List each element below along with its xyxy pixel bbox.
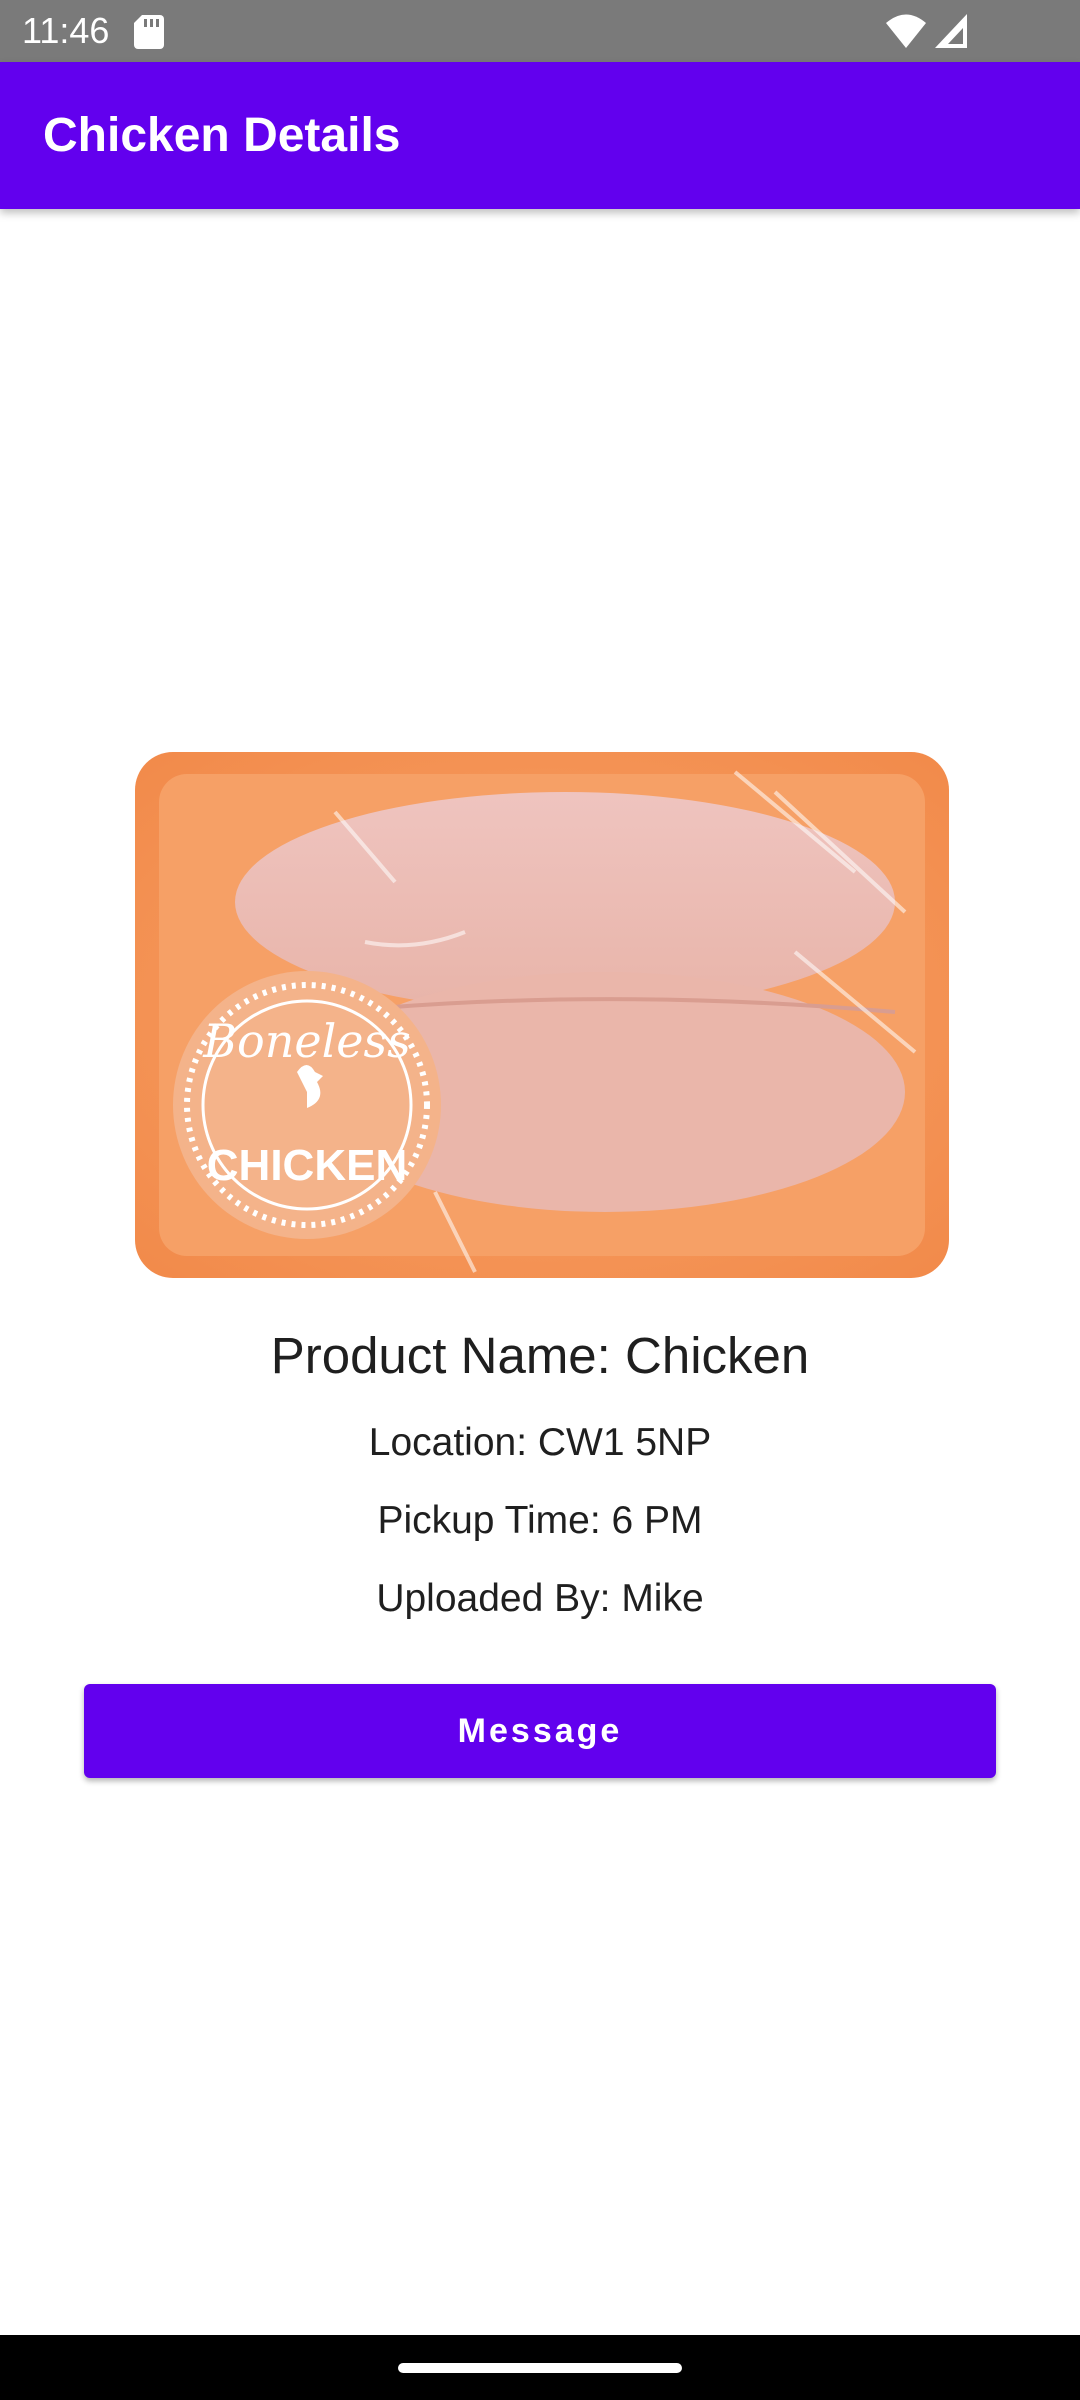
- uploaded-by-text: Uploaded By: Mike: [376, 1577, 704, 1620]
- sd-card-icon: [134, 15, 164, 49]
- location-text: Location: CW1 5NP: [368, 1421, 712, 1464]
- app-bar: Chicken Details: [0, 62, 1080, 209]
- status-bar: 11:46: [0, 0, 1080, 62]
- product-label-badge: Boneless CHICKEN: [173, 971, 441, 1239]
- navigation-bar: [0, 2335, 1080, 2400]
- product-image: Boneless CHICKEN: [135, 752, 949, 1278]
- svg-text:CHICKEN: CHICKEN: [207, 1141, 407, 1190]
- signal-icon: [935, 14, 967, 48]
- svg-text:Boneless: Boneless: [202, 1014, 411, 1068]
- message-button[interactable]: Message: [84, 1684, 996, 1778]
- page-title: Chicken Details: [43, 109, 401, 162]
- product-name: Product Name: Chicken: [270, 1327, 810, 1384]
- home-gesture-handle[interactable]: [398, 2363, 682, 2373]
- wifi-icon: [886, 14, 926, 48]
- status-time: 11:46: [22, 10, 110, 51]
- pickup-time-text: Pickup Time: 6 PM: [377, 1499, 703, 1542]
